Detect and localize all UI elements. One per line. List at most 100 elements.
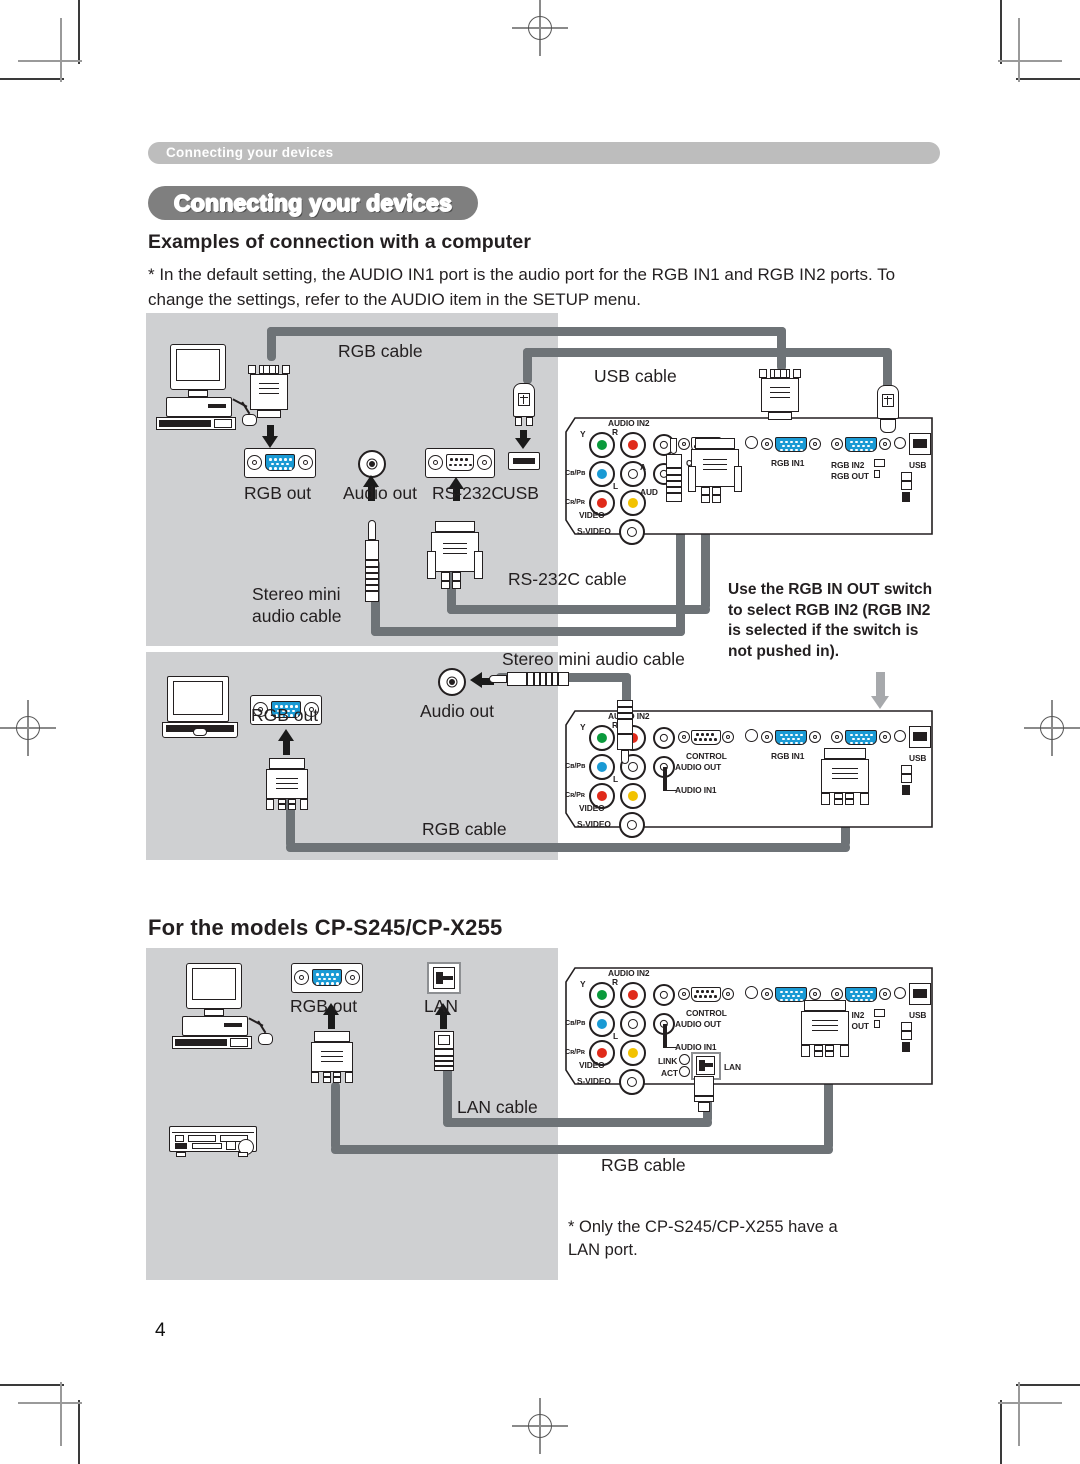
vga-plug-1: [247, 365, 291, 423]
lan-port-footnote: * Only the CP-S245/CP-X255 have a LAN po…: [568, 1218, 838, 1259]
desktop-computer-icon: [156, 344, 261, 430]
panel-label-usb-1: USB: [909, 460, 927, 470]
panel-label-rgb-in1-1: RGB IN1: [771, 458, 805, 468]
panel-label-y-3: Y: [580, 979, 586, 989]
rgb-in-out-switch-1: [874, 459, 885, 467]
svideo-port-2: [619, 812, 645, 838]
vga-plug-2: [265, 758, 309, 810]
stereo-mini-plug-2: [489, 669, 569, 689]
panel-label-rgb-in1-2: RGB IN1: [771, 751, 805, 761]
panel-label-video-3: VIDEO: [579, 1060, 605, 1070]
label-usb-1: USB: [503, 483, 539, 503]
laptop-computer-icon: [162, 676, 238, 738]
vga-plug-3: [310, 1031, 354, 1083]
rgb-in-out-switch-3: [874, 1009, 885, 1017]
page-number: 4: [155, 1320, 166, 1341]
panel-label-r-1: R: [612, 427, 618, 437]
control-port-3: [678, 983, 734, 1007]
video-deck-icon: [166, 1126, 260, 1158]
panel-label-y-1: Y: [580, 429, 586, 439]
registration-mark-top: [512, 0, 568, 56]
panel-label-audio-out-2: AUDIO OUT: [675, 762, 722, 772]
rca-audio-l-port-3: [620, 1011, 646, 1037]
vga-plug-to-rgb-in2-2: [819, 748, 871, 810]
lan-plug-into-projector-3: [692, 1076, 716, 1112]
label-rgb-out-3: RGB out: [290, 996, 358, 1016]
panel-label-audio-in1-abbrev-1: AUD: [640, 487, 658, 497]
section-title-text: Connecting your devices: [174, 189, 453, 216]
running-head-bar: Connecting your devices: [148, 142, 940, 164]
panel-label-act-3: ACT: [661, 1068, 678, 1078]
svideo-port-1: [619, 519, 645, 545]
rca-cbpb-port-2: [589, 754, 615, 780]
rgb-in1-port-1: [761, 433, 821, 457]
section-title-pill: Connecting your devices: [148, 186, 479, 220]
rca-audio-r-port-1: [620, 432, 646, 458]
control-port-2: [678, 726, 734, 750]
label-rgb-out-2: RGB out: [251, 705, 319, 725]
label-stereo-mini-audio-cable-2: Stereo mini audio cable: [502, 649, 685, 669]
registration-mark-left: [0, 700, 56, 756]
rgb-in1-port-2: [761, 726, 821, 750]
panel-label-lan-3: LAN: [724, 1062, 741, 1072]
usb-plug-1: [510, 383, 538, 433]
rca-cbpb-port-3: [589, 1011, 615, 1037]
intro-note: * In the default setting, the AUDIO IN1 …: [148, 265, 896, 309]
panel-label-svideo-1: S-VIDEO: [577, 526, 611, 536]
panel-label-cbpb-3: Cʙ/Pʙ: [565, 1018, 586, 1027]
rca-video-port-3: [620, 1040, 646, 1066]
rgb-in2-port-2: [831, 726, 891, 750]
projector-rear-panel-3: AUDIO IN2 Y R L Cʙ/Pʙ Cʀ/Pʀ VIDEO S-VIDE…: [563, 962, 944, 1095]
label-lan-3: LAN: [424, 996, 459, 1016]
vga-plug-to-rgb-in1-1: [758, 369, 802, 427]
panel-label-svideo-3: S-VIDEO: [577, 1076, 611, 1086]
rs232c-plug-1: [427, 521, 485, 591]
label-rs232c-cable-1: RS-232C cable: [508, 569, 627, 589]
label-rgb-out-1: RGB out: [244, 483, 312, 503]
audio-out-mini-port-3: [653, 984, 675, 1006]
label-rgb-cable-2: RGB cable: [422, 819, 507, 839]
registration-mark-bottom: [512, 1398, 568, 1454]
panel-label-crpr-3: Cʀ/Pʀ: [565, 1047, 585, 1056]
stereo-mini-plug-1: [362, 520, 382, 602]
registration-mark-right: [1024, 700, 1080, 756]
panel-label-audio-out-abbrev-1: A: [640, 462, 646, 472]
audio-out-jack-2: [438, 668, 466, 696]
svideo-port-3: [619, 1069, 645, 1095]
panel-label-audio-out-3: AUDIO OUT: [675, 1019, 722, 1029]
label-audio-out-1: Audio out: [343, 483, 417, 503]
panel-label-audio-in1-2: AUDIO IN1: [675, 785, 717, 795]
stereo-plug-into-projector-2: [614, 700, 636, 766]
panel-label-control-2: CONTROL: [686, 751, 727, 761]
desktop-computer-icon-2: [172, 963, 277, 1049]
label-lan-cable-3: LAN cable: [457, 1097, 538, 1117]
label-usb-cable-1: USB cable: [594, 366, 677, 386]
lan-port-3: [427, 962, 461, 994]
label-rgb-cable-1: RGB cable: [338, 341, 423, 361]
lan-plug-3: [431, 1031, 457, 1073]
panel-label-r-3: R: [612, 977, 618, 987]
label-stereo-mini-audio-cable-1: Stereo mini audio cable: [252, 584, 342, 626]
panel-label-l-1: L: [613, 481, 619, 491]
rgb-in-out-callout: Use the RGB IN OUT switch to select RGB …: [728, 581, 933, 660]
label-rs232c-1: RS-232C: [432, 483, 504, 503]
models-heading: For the models CP-S245/CP-X255: [148, 915, 503, 940]
rca-cbpb-port-1: [589, 461, 615, 487]
panel-label-usb-2: USB: [909, 753, 927, 763]
panel-label-video-2: VIDEO: [579, 803, 605, 813]
panel-label-audio-in1-3: AUDIO IN1: [675, 1042, 717, 1052]
panel-label-rgb-in2-1: RGB IN2: [831, 460, 865, 470]
panel-label-svideo-2: S-VIDEO: [577, 819, 611, 829]
panel-label-y-2: Y: [580, 722, 586, 732]
audio-out-mini-port-2: [653, 727, 675, 749]
label-audio-out-2: Audio out: [420, 701, 494, 721]
vga-plug-to-rgb-in1-3: [799, 1000, 851, 1062]
manual-page: Connecting your devices Connecting your …: [0, 0, 1080, 1464]
rca-audio-r-port-3: [620, 982, 646, 1008]
stereo-plug-into-projector-1: [663, 438, 685, 504]
rs232c-port-1: [425, 448, 495, 478]
usb-b-port-3: [909, 983, 931, 1005]
panel-label-video-1: VIDEO: [579, 510, 605, 520]
rgb-out-port-3: [291, 963, 363, 993]
panel-label-control-3: CONTROL: [686, 1008, 727, 1018]
